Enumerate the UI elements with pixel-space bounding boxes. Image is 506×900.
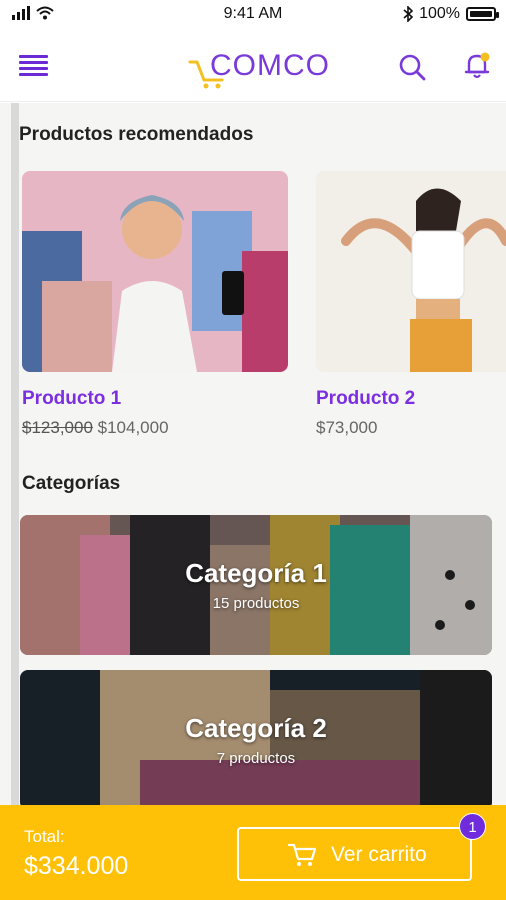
view-cart-label: Ver carrito [331,843,427,866]
search-icon[interactable] [397,52,427,82]
product-1-old-price: $123,000 [22,418,93,437]
product-2-name[interactable]: Producto 2 [316,388,415,410]
category-1-count: 15 productos [212,595,300,612]
product-2-price: $73,000 [316,418,378,437]
category-2-name: Categoría 2 [185,713,327,743]
logo-text: COMCO [210,49,330,82]
product-2-image[interactable] [316,171,506,372]
cart-summary-bar: Total: $334.000 Ver carrito [0,805,506,900]
status-right: 100% [403,5,499,23]
product-1-price: $123,000 $104,000 [22,418,169,438]
category-2-count: 7 productos [216,750,296,767]
category-card-2[interactable]: Categoría 2 7 productos [20,670,492,805]
battery-percent: 100% [419,5,460,22]
product-1-image[interactable] [22,171,288,372]
status-bar: 9:41 AM 100% [0,0,506,28]
bell-icon[interactable] [462,50,492,80]
menu-icon[interactable] [19,55,48,77]
bluetooth-icon [403,6,414,22]
product-1-current-price: $104,000 [97,418,169,437]
categories-title: Categorías [22,473,121,494]
app-logo: COMCO [188,46,329,90]
total-label: Total: [24,827,65,846]
main-content[interactable]: Productos recomendados Producto 1 $123,0… [0,103,506,805]
product-1-name[interactable]: Producto 1 [22,388,121,410]
category-card-1[interactable]: Categoría 1 15 productos [20,515,492,655]
app-bar: COMCO [0,28,506,102]
view-cart-button[interactable]: Ver carrito [237,827,472,881]
total-value: $334.000 [24,852,129,880]
cart-count-badge: 1 [459,813,486,840]
recommended-title: Productos recomendados [19,124,254,145]
battery-icon [466,7,499,21]
notification-dot [480,52,490,62]
scroll-edge [11,103,19,805]
category-1-name: Categoría 1 [185,558,327,588]
cart-icon [287,843,317,866]
